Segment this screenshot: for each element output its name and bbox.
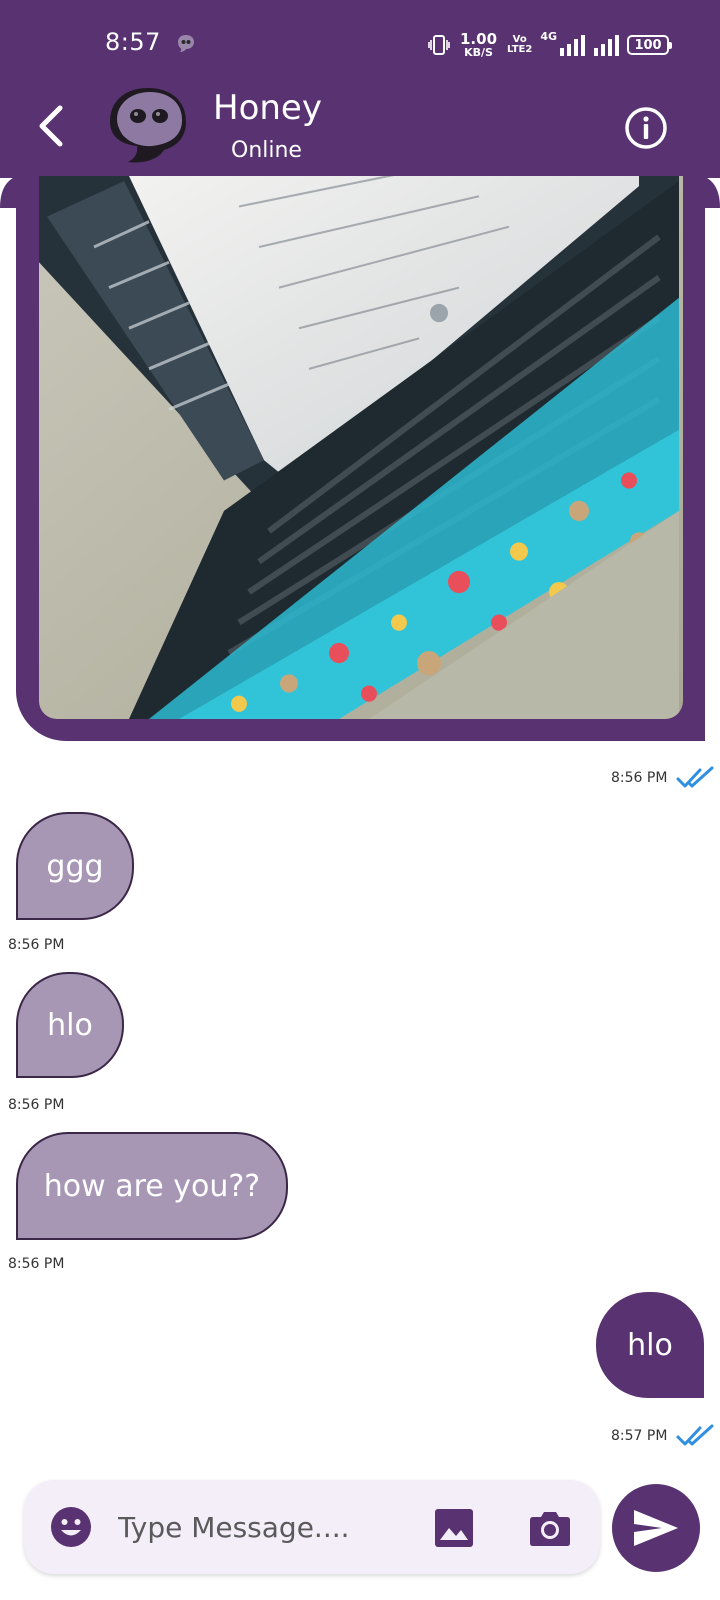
battery-level: 100	[634, 37, 662, 53]
contact-status: Online	[231, 138, 302, 163]
message-text: hlo	[47, 1007, 93, 1043]
image-message[interactable]	[16, 164, 705, 741]
camera-icon[interactable]	[529, 1508, 571, 1548]
incoming-message-bubble[interactable]: hlo	[16, 972, 124, 1078]
contact-avatar[interactable]	[100, 82, 196, 170]
message-time: 8:56 PM	[8, 1097, 65, 1113]
message-time: 8:56 PM	[8, 937, 65, 953]
message-time: 8:56 PM	[611, 770, 668, 786]
incoming-message-bubble[interactable]: ggg	[16, 812, 134, 920]
signal-strength-icon	[560, 35, 586, 56]
double-check-icon	[676, 1424, 714, 1446]
network-speed-unit: KB/S	[464, 46, 493, 59]
send-button[interactable]	[612, 1484, 700, 1572]
outgoing-message-bubble[interactable]: hlo	[596, 1292, 704, 1398]
chat-header: 8:57 1.00 KB/S Vo LTE2 4G 100 Honey Onli…	[0, 0, 720, 178]
contact-name[interactable]: Honey	[213, 88, 322, 128]
vibrate-icon	[428, 35, 450, 55]
emoji-icon[interactable]	[50, 1506, 92, 1548]
signal-strength-icon-sim2	[594, 35, 620, 56]
incoming-message-bubble[interactable]: how are you??	[16, 1132, 288, 1240]
send-icon	[634, 1510, 678, 1546]
message-text: how are you??	[43, 1168, 261, 1204]
message-text: hlo	[627, 1327, 673, 1363]
volte-bottom: LTE2	[507, 44, 533, 55]
network-speed: 1.00 KB/S	[460, 30, 498, 59]
volte-indicator: Vo LTE2	[507, 35, 532, 55]
shared-photo[interactable]	[39, 164, 683, 719]
chat-app-notification-icon	[178, 35, 194, 52]
double-check-icon	[676, 766, 714, 788]
battery-indicator: 100	[627, 35, 673, 55]
network-type: 4G	[540, 30, 558, 43]
status-indicators: 1.00 KB/S Vo LTE2 4G 100	[428, 28, 673, 62]
status-time: 8:57	[105, 28, 161, 56]
network-speed-value: 1.00	[460, 30, 498, 48]
chat-top-curve	[0, 174, 720, 208]
back-arrow-icon[interactable]	[34, 104, 70, 148]
info-icon[interactable]	[624, 106, 668, 150]
message-composer	[24, 1480, 600, 1574]
message-time: 8:56 PM	[8, 1256, 65, 1272]
image-icon[interactable]	[434, 1508, 474, 1548]
message-time: 8:57 PM	[611, 1428, 668, 1444]
message-text: ggg	[46, 848, 104, 884]
message-input[interactable]	[116, 1504, 416, 1550]
